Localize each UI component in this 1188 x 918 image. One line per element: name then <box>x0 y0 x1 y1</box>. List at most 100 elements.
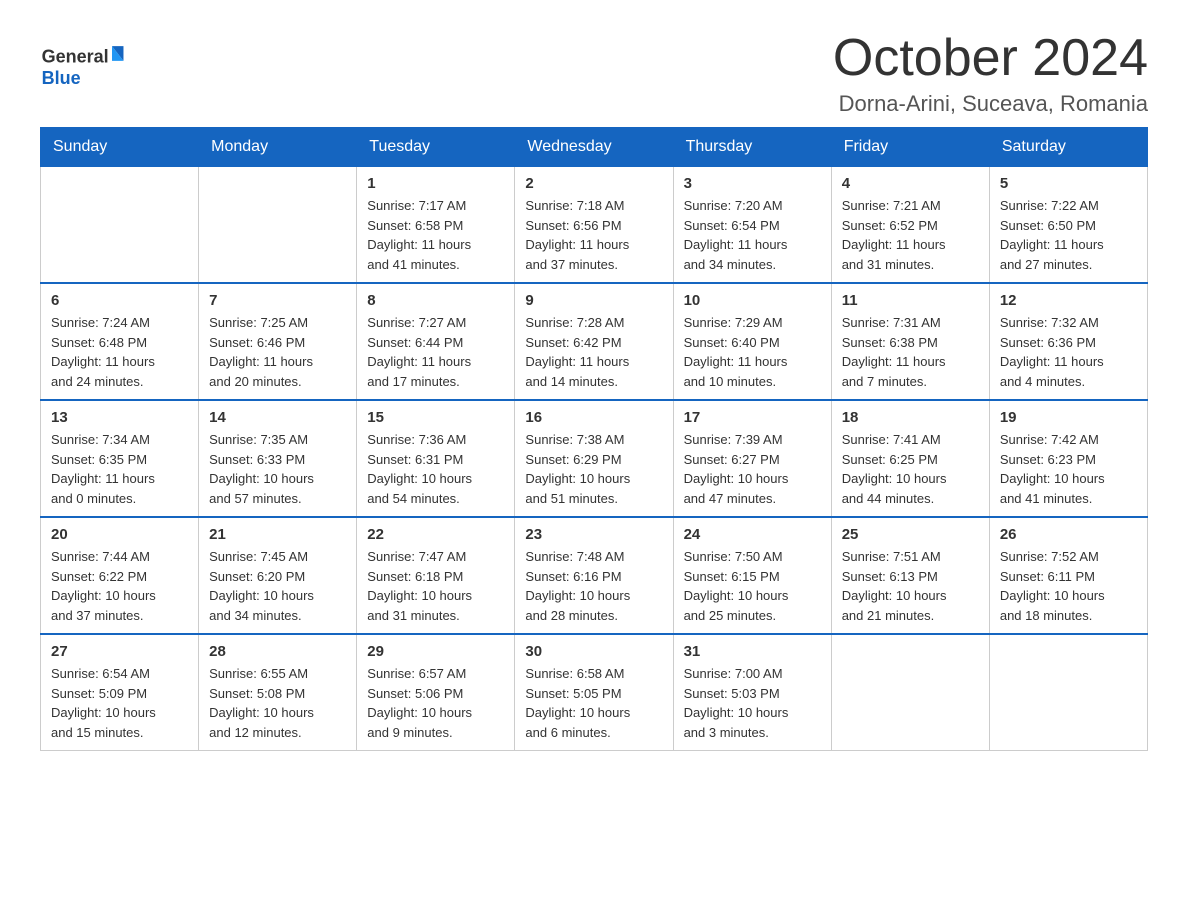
col-saturday: Saturday <box>989 128 1147 167</box>
svg-text:Blue: Blue <box>42 68 81 88</box>
calendar-cell: 26 Sunrise: 7:52 AMSunset: 6:11 PMDayligh… <box>989 517 1147 634</box>
calendar-table: Sunday Monday Tuesday Wednesday Thursday… <box>40 127 1148 751</box>
day-number: 19 <box>1000 409 1137 426</box>
calendar-cell: 15 Sunrise: 7:36 AMSunset: 6:31 PMDayligh… <box>357 400 515 517</box>
day-number: 4 <box>842 175 979 192</box>
day-info: Sunrise: 7:50 AMSunset: 6:15 PMDaylight:… <box>684 547 821 625</box>
day-number: 8 <box>367 292 504 309</box>
calendar-cell: 31 Sunrise: 7:00 AMSunset: 5:03 PMDayligh… <box>673 634 831 751</box>
calendar-cell: 10Sunrise: 7:29 AMSunset: 6:40 PMDayligh… <box>673 283 831 400</box>
calendar-cell <box>41 167 199 284</box>
day-number: 5 <box>1000 175 1137 192</box>
calendar-cell: 25 Sunrise: 7:51 AMSunset: 6:13 PMDayligh… <box>831 517 989 634</box>
day-number: 13 <box>51 409 188 426</box>
day-info: Sunrise: 7:31 AMSunset: 6:38 PMDaylight:… <box>842 313 979 391</box>
calendar-header-row: Sunday Monday Tuesday Wednesday Thursday… <box>41 128 1148 167</box>
calendar-week-row: 20 Sunrise: 7:44 AMSunset: 6:22 PMDayligh… <box>41 517 1148 634</box>
calendar-cell: 7 Sunrise: 7:25 AMSunset: 6:46 PMDaylight… <box>199 283 357 400</box>
calendar-week-row: 6Sunrise: 7:24 AMSunset: 6:48 PMDaylight… <box>41 283 1148 400</box>
title-section: October 2024 Dorna-Arini, Suceava, Roman… <box>833 30 1148 117</box>
calendar-cell: 21Sunrise: 7:45 AMSunset: 6:20 PMDayligh… <box>199 517 357 634</box>
day-number: 17 <box>684 409 821 426</box>
calendar-cell: 5 Sunrise: 7:22 AMSunset: 6:50 PMDaylight… <box>989 167 1147 284</box>
col-friday: Friday <box>831 128 989 167</box>
logo: General Blue <box>40 30 130 100</box>
day-number: 28 <box>209 643 346 660</box>
day-info: Sunrise: 7:47 AMSunset: 6:18 PMDaylight:… <box>367 547 504 625</box>
calendar-cell: 9 Sunrise: 7:28 AMSunset: 6:42 PMDaylight… <box>515 283 673 400</box>
day-info: Sunrise: 7:34 AMSunset: 6:35 PMDaylight:… <box>51 430 188 508</box>
day-info: Sunrise: 7:39 AMSunset: 6:27 PMDaylight:… <box>684 430 821 508</box>
calendar-cell: 3 Sunrise: 7:20 AMSunset: 6:54 PMDaylight… <box>673 167 831 284</box>
day-number: 27 <box>51 643 188 660</box>
day-info: Sunrise: 7:22 AMSunset: 6:50 PMDaylight:… <box>1000 196 1137 274</box>
day-number: 15 <box>367 409 504 426</box>
day-info: Sunrise: 7:25 AMSunset: 6:46 PMDaylight:… <box>209 313 346 391</box>
logo-svg: General Blue <box>40 30 130 100</box>
day-number: 3 <box>684 175 821 192</box>
day-info: Sunrise: 7:48 AMSunset: 6:16 PMDaylight:… <box>525 547 662 625</box>
day-number: 9 <box>525 292 662 309</box>
calendar-cell: 14 Sunrise: 7:35 AMSunset: 6:33 PMDayligh… <box>199 400 357 517</box>
day-number: 2 <box>525 175 662 192</box>
calendar-cell: 11Sunrise: 7:31 AMSunset: 6:38 PMDayligh… <box>831 283 989 400</box>
day-info: Sunrise: 6:54 AMSunset: 5:09 PMDaylight:… <box>51 664 188 742</box>
svg-text:General: General <box>42 47 109 67</box>
day-info: Sunrise: 7:20 AMSunset: 6:54 PMDaylight:… <box>684 196 821 274</box>
day-info: Sunrise: 7:41 AMSunset: 6:25 PMDaylight:… <box>842 430 979 508</box>
day-number: 29 <box>367 643 504 660</box>
calendar-cell <box>831 634 989 751</box>
day-number: 20 <box>51 526 188 543</box>
day-info: Sunrise: 7:28 AMSunset: 6:42 PMDaylight:… <box>525 313 662 391</box>
day-number: 24 <box>684 526 821 543</box>
subtitle: Dorna-Arini, Suceava, Romania <box>833 91 1148 117</box>
calendar-cell: 28 Sunrise: 6:55 AMSunset: 5:08 PMDayligh… <box>199 634 357 751</box>
day-number: 26 <box>1000 526 1137 543</box>
day-info: Sunrise: 6:55 AMSunset: 5:08 PMDaylight:… <box>209 664 346 742</box>
day-info: Sunrise: 7:24 AMSunset: 6:48 PMDaylight:… <box>51 313 188 391</box>
day-number: 1 <box>367 175 504 192</box>
calendar-cell: 18 Sunrise: 7:41 AMSunset: 6:25 PMDayligh… <box>831 400 989 517</box>
calendar-cell: 13 Sunrise: 7:34 AMSunset: 6:35 PMDayligh… <box>41 400 199 517</box>
day-number: 30 <box>525 643 662 660</box>
col-sunday: Sunday <box>41 128 199 167</box>
calendar-cell <box>199 167 357 284</box>
day-number: 14 <box>209 409 346 426</box>
calendar-week-row: 13 Sunrise: 7:34 AMSunset: 6:35 PMDayligh… <box>41 400 1148 517</box>
day-number: 25 <box>842 526 979 543</box>
calendar-week-row: 1Sunrise: 7:17 AMSunset: 6:58 PMDaylight… <box>41 167 1148 284</box>
main-title: October 2024 <box>833 30 1148 87</box>
day-number: 18 <box>842 409 979 426</box>
day-number: 31 <box>684 643 821 660</box>
calendar-cell: 24 Sunrise: 7:50 AMSunset: 6:15 PMDayligh… <box>673 517 831 634</box>
day-info: Sunrise: 6:57 AMSunset: 5:06 PMDaylight:… <box>367 664 504 742</box>
day-info: Sunrise: 7:38 AMSunset: 6:29 PMDaylight:… <box>525 430 662 508</box>
calendar-cell: 4 Sunrise: 7:21 AMSunset: 6:52 PMDaylight… <box>831 167 989 284</box>
day-info: Sunrise: 7:51 AMSunset: 6:13 PMDaylight:… <box>842 547 979 625</box>
calendar-week-row: 27 Sunrise: 6:54 AMSunset: 5:09 PMDayligh… <box>41 634 1148 751</box>
day-info: Sunrise: 7:00 AMSunset: 5:03 PMDaylight:… <box>684 664 821 742</box>
day-info: Sunrise: 7:18 AMSunset: 6:56 PMDaylight:… <box>525 196 662 274</box>
day-number: 7 <box>209 292 346 309</box>
day-info: Sunrise: 7:44 AMSunset: 6:22 PMDaylight:… <box>51 547 188 625</box>
calendar-cell: 12Sunrise: 7:32 AMSunset: 6:36 PMDayligh… <box>989 283 1147 400</box>
calendar-cell: 16Sunrise: 7:38 AMSunset: 6:29 PMDayligh… <box>515 400 673 517</box>
day-info: Sunrise: 7:35 AMSunset: 6:33 PMDaylight:… <box>209 430 346 508</box>
col-thursday: Thursday <box>673 128 831 167</box>
col-monday: Monday <box>199 128 357 167</box>
day-info: Sunrise: 7:45 AMSunset: 6:20 PMDaylight:… <box>209 547 346 625</box>
calendar-cell: 17 Sunrise: 7:39 AMSunset: 6:27 PMDayligh… <box>673 400 831 517</box>
calendar-cell <box>989 634 1147 751</box>
day-info: Sunrise: 7:36 AMSunset: 6:31 PMDaylight:… <box>367 430 504 508</box>
calendar-cell: 2 Sunrise: 7:18 AMSunset: 6:56 PMDaylight… <box>515 167 673 284</box>
calendar-cell: 29 Sunrise: 6:57 AMSunset: 5:06 PMDayligh… <box>357 634 515 751</box>
day-info: Sunrise: 7:52 AMSunset: 6:11 PMDaylight:… <box>1000 547 1137 625</box>
day-number: 22 <box>367 526 504 543</box>
col-wednesday: Wednesday <box>515 128 673 167</box>
day-info: Sunrise: 7:21 AMSunset: 6:52 PMDaylight:… <box>842 196 979 274</box>
calendar-cell: 23 Sunrise: 7:48 AMSunset: 6:16 PMDayligh… <box>515 517 673 634</box>
calendar-cell: 8Sunrise: 7:27 AMSunset: 6:44 PMDaylight… <box>357 283 515 400</box>
page-header: General Blue October 2024 Dorna-Arini, S… <box>40 30 1148 117</box>
col-tuesday: Tuesday <box>357 128 515 167</box>
day-number: 23 <box>525 526 662 543</box>
